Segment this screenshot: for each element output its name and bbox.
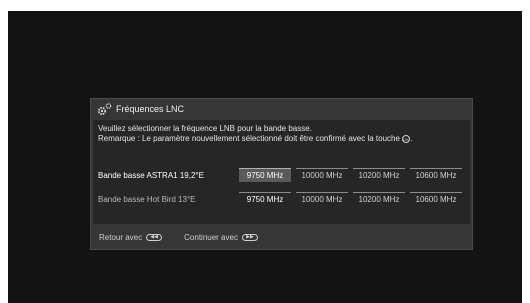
hotbird-option-10600[interactable]: 10600 MHz — [410, 192, 462, 206]
hotbird-frequency-options: 9750 MHz 10000 MHz 10200 MHz 10600 MHz — [239, 192, 462, 206]
dialog-title-bar: Fréquences LNC — [91, 99, 472, 119]
tv-screen: Fréquences LNC Veuillez sélectionner la … — [8, 11, 522, 303]
astra1-option-10200[interactable]: 10200 MHz — [353, 168, 405, 182]
rewind-key-icon[interactable]: ◀◀ — [146, 234, 163, 241]
dialog-footer: Retour avec ◀◀ Continuer avec ▶▶ — [99, 233, 258, 242]
instruction-line-2: Remarque : Le paramètre nouvellement sél… — [98, 134, 413, 143]
row-label-astra1: Bande basse ASTRA1 19,2°E — [98, 170, 204, 180]
back-label: Retour avec — [99, 233, 143, 242]
row-astra1[interactable]: Bande basse ASTRA1 19,2°E 9750 MHz 10000… — [98, 168, 464, 182]
forward-key-icon[interactable]: ▶▶ — [241, 234, 258, 241]
continue-label: Continuer avec — [184, 233, 238, 242]
settings-gear-icon — [97, 103, 112, 116]
dialog-body: Veuillez sélectionner la fréquence LNB p… — [93, 120, 470, 224]
astra1-frequency-options: 9750 MHz 10000 MHz 10200 MHz 10600 MHz — [239, 168, 462, 182]
row-hotbird[interactable]: Bande basse Hot Bird 13°E 9750 MHz 10000… — [98, 192, 464, 206]
astra1-option-9750[interactable]: 9750 MHz — [239, 168, 291, 182]
instructions: Veuillez sélectionner la fréquence LNB p… — [98, 124, 412, 144]
ok-key-icon: OK — [402, 134, 411, 143]
hotbird-option-10200[interactable]: 10200 MHz — [353, 192, 405, 206]
astra1-option-10600[interactable]: 10600 MHz — [410, 168, 462, 182]
lnb-frequency-dialog: Fréquences LNC Veuillez sélectionner la … — [90, 98, 473, 250]
hotbird-option-10000[interactable]: 10000 MHz — [296, 192, 348, 206]
row-label-hotbird: Bande basse Hot Bird 13°E — [98, 194, 196, 204]
instruction-line-2-text: Remarque : Le paramètre nouvellement sél… — [98, 134, 400, 143]
dialog-title: Fréquences LNC — [116, 104, 185, 114]
astra1-option-10000[interactable]: 10000 MHz — [296, 168, 348, 182]
instruction-line-1: Veuillez sélectionner la fréquence LNB p… — [98, 124, 312, 133]
hotbird-option-9750[interactable]: 9750 MHz — [239, 192, 291, 206]
